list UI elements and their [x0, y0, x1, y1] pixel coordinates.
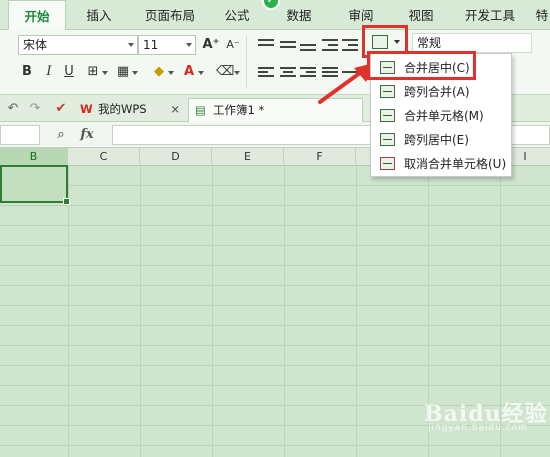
tab-data[interactable]: 数据	[276, 0, 322, 30]
chevron-down-icon	[128, 43, 134, 47]
menu-item-center-across[interactable]: 跨列居中(E)	[371, 129, 511, 151]
ribbon-divider	[246, 36, 247, 88]
merge-cells-icon	[380, 109, 395, 122]
decrease-font-icon[interactable]: A⁻	[224, 36, 242, 54]
selected-cell[interactable]	[0, 165, 70, 205]
align-middle-icon[interactable]	[280, 38, 296, 52]
tab-formula[interactable]: 公式	[214, 0, 260, 30]
highlight-merge-center	[367, 51, 476, 80]
number-format-value: 常规	[417, 36, 442, 50]
tab-workbook-label: 工作簿1 *	[213, 103, 265, 117]
column-header[interactable]: D	[140, 148, 212, 166]
font-size-select[interactable]: 11	[138, 35, 196, 55]
redo-icon[interactable]: ↷	[26, 100, 44, 118]
unmerge-icon	[380, 157, 395, 170]
menu-item-merge-across[interactable]: 跨列合并(A)	[371, 81, 511, 103]
align-bottom-icon[interactable]	[300, 38, 316, 52]
menu-item-merge-cells[interactable]: 合并单元格(M)	[371, 105, 511, 127]
align-center-icon[interactable]	[280, 66, 296, 80]
ribbon-tab-bar: 开始 插入 页面布局 公式 ✓ 数据 审阅 视图 开发工具 特	[0, 0, 550, 31]
italic-icon[interactable]: I	[40, 63, 58, 81]
column-header[interactable]: E	[212, 148, 284, 166]
clear-format-icon[interactable]: ⌫	[216, 63, 240, 81]
menu-item-label: 跨列居中(E)	[404, 133, 469, 147]
sheet-icon: ▤	[195, 103, 206, 117]
tab-my-wps-label: 我的WPS	[98, 102, 147, 116]
zoom-icon[interactable]: ⌕	[52, 126, 70, 144]
column-header[interactable]: F	[284, 148, 356, 166]
fx-icon[interactable]: fx	[78, 126, 96, 144]
menu-item-unmerge[interactable]: 取消合并单元格(U)	[371, 153, 511, 175]
tab-page-layout[interactable]: 页面布局	[138, 0, 202, 30]
baidu-watermark: Baidu经验 jingyan.baidu.com	[420, 396, 550, 436]
tab-more[interactable]: 特	[532, 0, 550, 30]
tab-my-wps[interactable]: W 我的WPS ×	[74, 98, 186, 122]
quick-access-icon[interactable]: ✔	[52, 100, 70, 118]
merge-across-icon	[380, 85, 395, 98]
menu-item-label: 合并单元格(M)	[404, 109, 484, 123]
chevron-down-icon	[186, 43, 192, 47]
underline-icon[interactable]: U	[60, 63, 78, 81]
align-right-icon[interactable]	[300, 66, 316, 80]
font-size-value: 11	[143, 38, 159, 52]
tab-developer[interactable]: 开发工具	[458, 0, 522, 30]
tab-insert[interactable]: 插入	[76, 0, 122, 30]
align-left-icon[interactable]	[258, 66, 274, 80]
font-color-icon[interactable]: A	[180, 63, 204, 81]
undo-icon[interactable]: ↶	[4, 100, 22, 118]
watermark-url: jingyan.baidu.com	[428, 423, 529, 433]
wps-logo-icon: W	[80, 102, 93, 116]
close-icon[interactable]: ×	[170, 98, 180, 120]
center-across-icon	[380, 133, 395, 146]
increase-font-icon[interactable]: A⁺	[202, 36, 220, 54]
decrease-indent-icon[interactable]	[322, 38, 338, 52]
increase-indent-icon[interactable]	[342, 38, 358, 52]
menu-item-label: 取消合并单元格(U)	[404, 157, 507, 171]
fill-color-icon[interactable]: ◆	[150, 63, 174, 81]
menu-item-label: 跨列合并(A)	[404, 85, 470, 99]
column-header[interactable]: C	[68, 148, 140, 166]
borders-icon[interactable]: ⊞	[84, 63, 108, 81]
tab-home[interactable]: 开始	[8, 0, 66, 31]
bold-icon[interactable]: B	[18, 63, 36, 81]
column-header[interactable]: B	[0, 148, 68, 166]
align-top-icon[interactable]	[258, 38, 274, 52]
name-box[interactable]	[0, 125, 40, 145]
font-name-select[interactable]: 宋体	[18, 35, 138, 55]
number-format-select[interactable]: 常规	[412, 33, 532, 53]
cell-style-icon[interactable]: ▦	[114, 63, 138, 81]
font-name-value: 宋体	[23, 38, 48, 52]
